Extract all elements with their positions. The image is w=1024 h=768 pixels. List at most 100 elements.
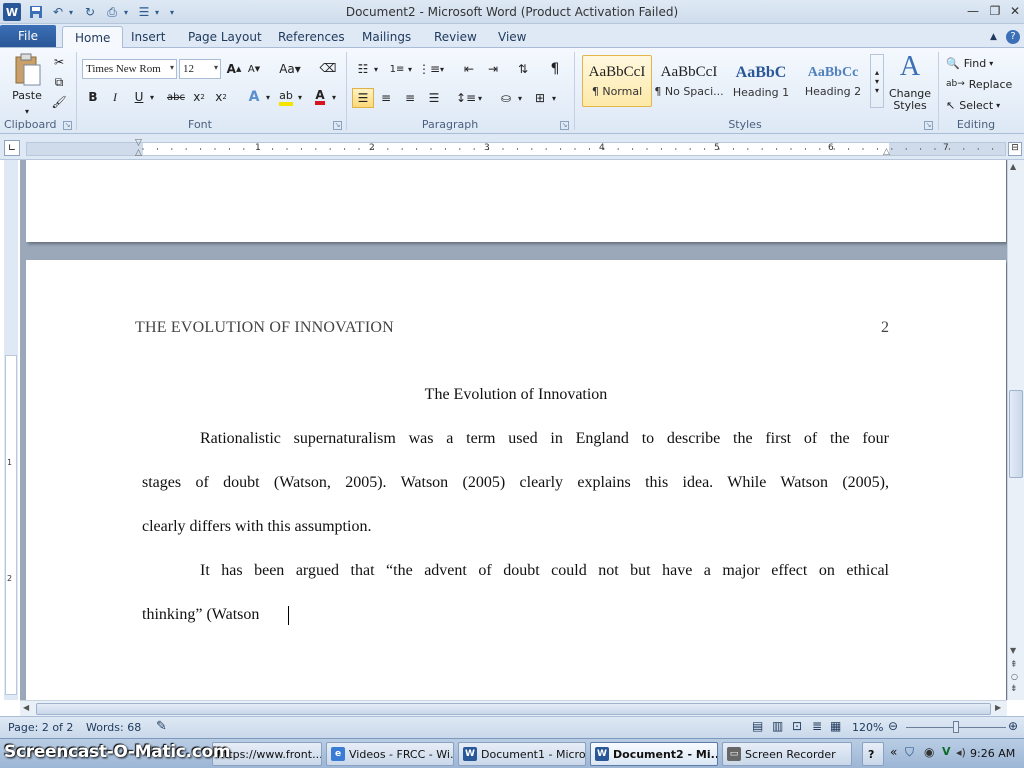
tab-view[interactable]: View	[498, 26, 526, 48]
word-count-status[interactable]: Words: 68	[86, 721, 141, 734]
hanging-indent-marker[interactable]: △	[135, 148, 142, 158]
tab-insert[interactable]: Insert	[131, 26, 165, 48]
shrink-font-icon[interactable]: A ▼	[245, 60, 263, 78]
shading-icon[interactable]: ⛀	[496, 88, 516, 108]
cut-icon[interactable]: ✂	[50, 54, 68, 70]
font-color-icon[interactable]: A	[310, 88, 330, 106]
strikethrough-icon[interactable]: abc	[166, 88, 186, 106]
paragraph-1-line-1[interactable]: Rationalistic supernaturalism was a term…	[142, 430, 889, 448]
paragraph-1-line-3[interactable]: clearly differs with this assumption.	[142, 518, 889, 536]
vertical-ruler[interactable]: 1 2	[5, 355, 17, 695]
find-button[interactable]: 🔍 Find ▾	[946, 54, 1016, 72]
outline-view-icon[interactable]: ≣	[812, 719, 822, 733]
vertical-scroll-thumb[interactable]	[1009, 390, 1023, 478]
tab-selector-icon[interactable]: ∟	[4, 140, 20, 156]
taskbar-item-screen-recorder[interactable]: ▭ Screen Recorder	[722, 742, 852, 766]
taskbar-item-document2[interactable]: W Document2 - Mi...	[590, 742, 718, 766]
proofing-icon[interactable]: ✎	[156, 719, 167, 734]
decrease-indent-icon[interactable]: ⇤	[460, 60, 478, 78]
styles-launcher-icon[interactable]: ↘	[924, 121, 933, 130]
volume-icon[interactable]: ◂)	[956, 746, 966, 759]
sort-icon[interactable]: ⇅	[514, 60, 532, 78]
horizontal-scroll-thumb[interactable]	[36, 703, 991, 715]
paragraph-2-line-1[interactable]: It has been argued that “the advent of d…	[142, 562, 889, 580]
increase-indent-icon[interactable]: ⇥	[484, 60, 502, 78]
page-count-status[interactable]: Page: 2 of 2	[8, 721, 73, 734]
tab-home[interactable]: Home	[62, 26, 124, 49]
style-heading-2[interactable]: AaBbCc Heading 2	[798, 55, 868, 107]
align-left-icon[interactable]: ☰	[352, 88, 374, 108]
running-head[interactable]: THE EVOLUTION OF INNOVATION	[135, 319, 394, 337]
help-icon[interactable]: ?	[1006, 26, 1020, 48]
horizontal-scrollbar[interactable]: ◀ ▶	[20, 700, 1007, 716]
vertical-scrollbar[interactable]: ▲ ▼ ⇞ ○ ⇟	[1007, 160, 1024, 700]
text-effects-icon[interactable]: A	[244, 88, 264, 106]
paragraph-1-line-2[interactable]: stages of doubt (Watson, 2005). Watson (…	[142, 474, 889, 492]
scroll-down-icon[interactable]: ▼	[1010, 646, 1016, 655]
font-launcher-icon[interactable]: ↘	[333, 121, 342, 130]
tab-review[interactable]: Review	[434, 26, 477, 48]
change-styles-button[interactable]: Change Styles	[886, 86, 934, 114]
previous-page-icon[interactable]: ⇞	[1010, 660, 1018, 670]
select-button[interactable]: ↖ Select ▾	[946, 96, 1016, 114]
align-center-icon[interactable]: ≡	[376, 88, 396, 108]
tray-expand-icon[interactable]: «	[890, 745, 897, 759]
style-normal[interactable]: AaBbCcI ¶ Normal	[582, 55, 652, 107]
bold-icon[interactable]: B	[84, 88, 102, 106]
first-line-indent-marker[interactable]: ▽	[135, 138, 142, 148]
change-styles-icon[interactable]: A	[890, 51, 930, 82]
clock[interactable]: 9:26 AM	[970, 747, 1015, 760]
bullets-dropdown-icon[interactable]: ▾	[372, 60, 380, 78]
page-2[interactable]: THE EVOLUTION OF INNOVATION 2 The Evolut…	[26, 260, 1006, 700]
tab-page-layout[interactable]: Page Layout	[188, 26, 262, 48]
close-button[interactable]: ✕	[1004, 2, 1024, 20]
clipboard-launcher-icon[interactable]: ↘	[63, 121, 72, 130]
scroll-left-icon[interactable]: ◀	[23, 703, 29, 712]
scroll-up-icon[interactable]: ▲	[1010, 162, 1016, 171]
paste-icon[interactable]	[8, 52, 46, 88]
zoom-slider-thumb[interactable]	[953, 721, 959, 733]
underline-dropdown-icon[interactable]: ▾	[148, 88, 156, 106]
antivirus-icon[interactable]: V	[942, 745, 951, 758]
tab-references[interactable]: References	[278, 26, 345, 48]
full-screen-reading-icon[interactable]: ▥	[772, 719, 783, 733]
network-icon[interactable]: ◉	[924, 745, 934, 759]
minimize-button[interactable]: —	[962, 2, 984, 20]
shading-dropdown-icon[interactable]: ▾	[516, 88, 524, 108]
clear-formatting-icon[interactable]: ⌫	[318, 58, 338, 78]
paste-dropdown-icon[interactable]: ▾	[22, 106, 32, 116]
style-heading-1[interactable]: AaBbC Heading 1	[726, 55, 796, 107]
next-page-icon[interactable]: ⇟	[1010, 684, 1018, 694]
zoom-in-icon[interactable]: ⊕	[1008, 719, 1018, 733]
subscript-icon[interactable]: x2	[190, 88, 208, 106]
scroll-right-icon[interactable]: ▶	[995, 703, 1001, 712]
maximize-button[interactable]: ❐	[984, 2, 1006, 20]
zoom-level[interactable]: 120%	[852, 721, 883, 734]
highlight-icon[interactable]: ab	[276, 88, 296, 106]
font-family-select[interactable]: Times New Rom ▾	[82, 59, 177, 79]
multilevel-dropdown-icon[interactable]: ▾	[438, 60, 446, 78]
align-right-icon[interactable]: ≡	[400, 88, 420, 108]
underline-icon[interactable]: U	[130, 88, 148, 106]
page-number[interactable]: 2	[881, 319, 889, 337]
draft-view-icon[interactable]: ▦	[830, 719, 841, 733]
borders-dropdown-icon[interactable]: ▾	[550, 88, 558, 108]
document-title[interactable]: The Evolution of Innovation	[26, 386, 1006, 404]
line-spacing-dropdown-icon[interactable]: ▾	[476, 88, 484, 108]
paragraph-2-line-2[interactable]: thinking” (Watson	[142, 606, 889, 624]
horizontal-ruler[interactable]: ▽ △ △ 1 2 3 4 5 6 7	[26, 138, 1006, 158]
view-ruler-icon[interactable]: ⊟	[1008, 142, 1022, 156]
text-effects-dropdown-icon[interactable]: ▾	[264, 88, 272, 106]
copy-icon[interactable]: ⧉	[50, 74, 68, 90]
numbering-dropdown-icon[interactable]: ▾	[406, 60, 414, 78]
bullets-icon[interactable]: ☷	[354, 60, 372, 78]
superscript-icon[interactable]: x2	[212, 88, 230, 106]
change-case-icon[interactable]: Aa▾	[278, 60, 302, 78]
font-size-select[interactable]: 12 ▾	[179, 59, 221, 79]
grow-font-icon[interactable]: A ▲	[225, 60, 243, 78]
font-color-dropdown-icon[interactable]: ▾	[330, 88, 338, 106]
shield-icon[interactable]: ⛉	[905, 745, 914, 760]
print-layout-view-icon[interactable]: ▤	[752, 719, 763, 733]
multilevel-list-icon[interactable]: ⋮≡	[418, 60, 440, 78]
borders-icon[interactable]: ⊞	[530, 88, 550, 108]
